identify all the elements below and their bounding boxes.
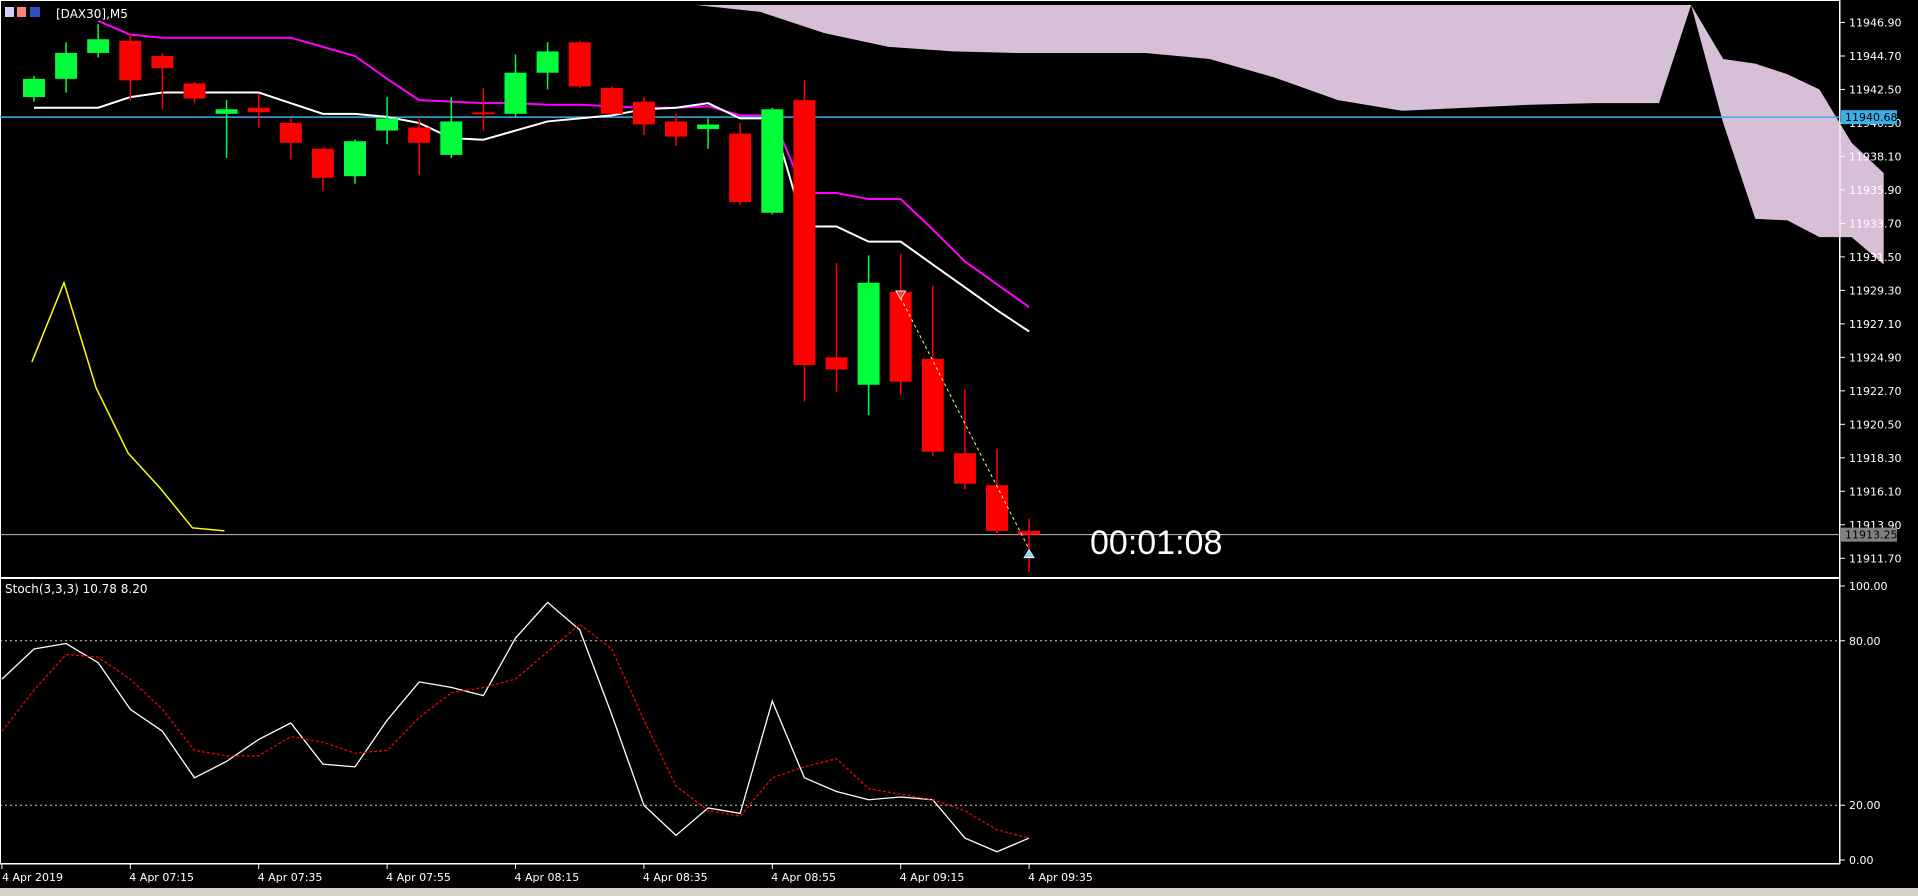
- candle-body: [665, 121, 687, 137]
- candle-body: [311, 148, 334, 178]
- candle-body: [119, 40, 142, 81]
- candle-body: [23, 78, 45, 98]
- blue-line-price-tag: 11940.68: [1845, 111, 1898, 124]
- left-oscillator-line: [31, 280, 225, 532]
- moving-average-slow: [97, 20, 1030, 308]
- candle-body: [697, 124, 720, 130]
- candle-body: [472, 112, 495, 115]
- window-icon[interactable]: [5, 7, 14, 17]
- candle-body: [986, 485, 1008, 531]
- x-tick-label: 4 Apr 2019: [2, 871, 63, 884]
- stoch-y-tick-label: 100.00: [1849, 580, 1888, 593]
- y-tick-label: 11935.90: [1849, 184, 1902, 197]
- candle-body: [729, 133, 752, 203]
- stoch-y-tick-label: 20.00: [1849, 799, 1881, 812]
- x-tick-label: 4 Apr 07:15: [129, 871, 194, 884]
- candle-body: [279, 122, 302, 143]
- candle-body: [87, 39, 110, 53]
- chart-canvas[interactable]: 11946.9011944.7011942.5011940.3011938.10…: [0, 0, 1918, 888]
- candle-body: [215, 109, 238, 114]
- candle-body: [632, 101, 655, 125]
- candle-body: [793, 100, 816, 365]
- candle-body: [55, 52, 78, 79]
- y-tick-label: 11942.50: [1849, 83, 1902, 96]
- candle-body: [376, 118, 399, 131]
- candle-body: [247, 107, 270, 113]
- bar-countdown: 00:01:08: [1090, 524, 1222, 562]
- x-tick-label: 4 Apr 09:35: [1028, 871, 1093, 884]
- stoch-y-tick-label: 80.00: [1849, 635, 1881, 648]
- x-tick-label: 4 Apr 08:55: [771, 871, 836, 884]
- stoch-signal-line: [1, 623, 1030, 839]
- trade-arrow-icon: [1023, 548, 1035, 559]
- candle-body: [825, 357, 848, 370]
- ichimoku-cloud: [696, 5, 1884, 265]
- flag-icon: [30, 7, 40, 17]
- candle-body: [151, 55, 174, 69]
- x-tick-label: 4 Apr 08:35: [643, 871, 708, 884]
- y-tick-label: 11933.70: [1849, 217, 1902, 230]
- y-tick-label: 11911.70: [1849, 552, 1902, 565]
- candle-body: [504, 72, 527, 114]
- candle-body: [889, 291, 912, 382]
- candle-body: [568, 42, 591, 87]
- candle-body: [408, 127, 431, 143]
- y-tick-label: 11946.90: [1849, 17, 1902, 30]
- symbol-label: [DAX30],M5: [56, 7, 128, 21]
- y-tick-label: 11918.30: [1849, 452, 1902, 465]
- bottom-tab-strip[interactable]: [0, 888, 1918, 896]
- stochastic-pane: [0, 577, 1840, 864]
- y-tick-label: 11931.50: [1849, 251, 1902, 264]
- stoch-pane-border: [0, 577, 1840, 864]
- candle-body: [857, 282, 880, 385]
- y-tick-label: 11916.10: [1849, 485, 1902, 498]
- candle-body: [953, 453, 976, 484]
- x-tick-label: 4 Apr 07:35: [258, 871, 323, 884]
- x-tick-label: 4 Apr 09:15: [900, 871, 965, 884]
- y-tick-label: 11922.70: [1849, 385, 1902, 398]
- candle-body: [183, 83, 206, 99]
- moving-average-fast: [34, 91, 1030, 333]
- y-tick-label: 11924.90: [1849, 351, 1902, 364]
- candle-body: [344, 141, 366, 177]
- candle-body: [921, 358, 944, 452]
- y-tick-label: 11944.70: [1849, 50, 1902, 63]
- candle-body: [440, 121, 463, 155]
- stoch-main-line: [1, 601, 1030, 853]
- x-tick-label: 4 Apr 07:55: [386, 871, 451, 884]
- y-tick-label: 11938.10: [1849, 150, 1902, 163]
- bid-price-tag: 11913.25: [1845, 529, 1898, 542]
- candle-body: [536, 51, 559, 73]
- y-tick-label: 11920.50: [1849, 418, 1902, 431]
- menu-icon[interactable]: [17, 7, 26, 17]
- candle-body: [761, 109, 784, 213]
- y-tick-label: 11927.10: [1849, 318, 1902, 331]
- stoch-y-tick-label: 0.00: [1849, 854, 1874, 867]
- price-pane: [0, 0, 1884, 579]
- x-tick-label: 4 Apr 08:15: [515, 871, 580, 884]
- stoch-title: Stoch(3,3,3) 10.78 8.20: [5, 582, 147, 596]
- y-tick-label: 11929.30: [1849, 284, 1902, 297]
- candle-body: [600, 87, 623, 114]
